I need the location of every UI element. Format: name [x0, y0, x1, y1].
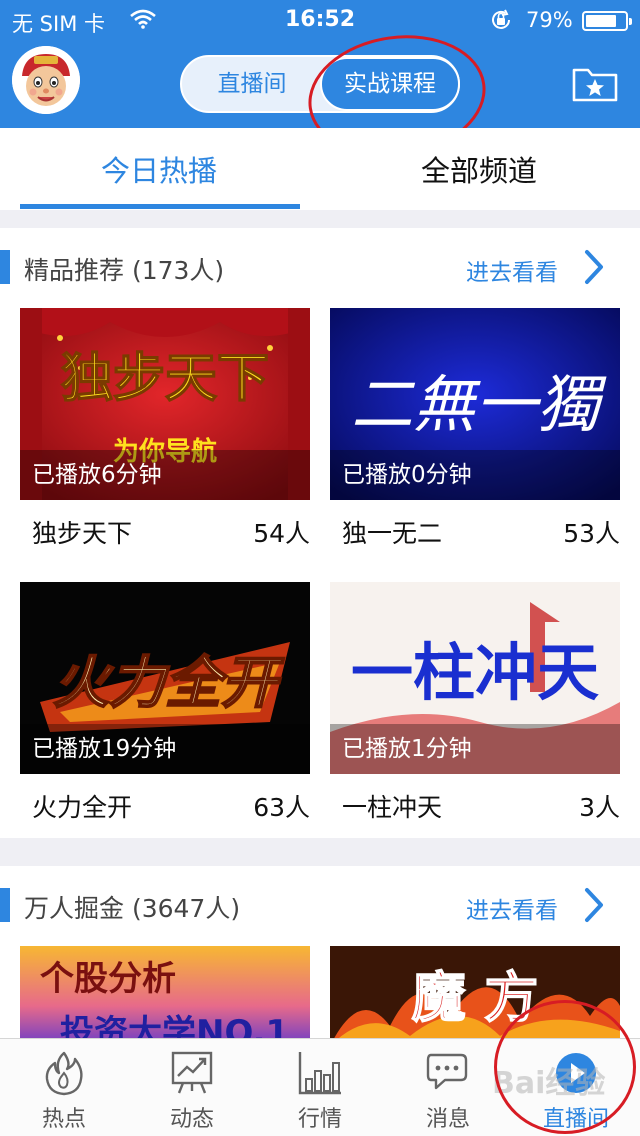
viewer-count: 54人 — [253, 519, 310, 548]
sub-tab-bar: 今日热播 全部频道 — [0, 128, 640, 210]
section-header: 万人掘金 (3647人) 进去看看 — [0, 884, 640, 928]
tab-label: 行情 — [297, 1107, 342, 1132]
channel-thumbnail: 一柱冲天 已播放1分钟 — [330, 582, 620, 774]
thumb-title: 独步天下 — [61, 348, 269, 409]
played-duration: 已播放0分钟 — [330, 450, 620, 500]
battery-level — [586, 15, 616, 27]
channel-thumbnail: 火力全开 已播放19分钟 — [20, 582, 310, 774]
section-accent-bar — [0, 250, 10, 284]
section-accent-bar — [0, 888, 10, 922]
avatar[interactable] — [12, 46, 80, 114]
section-title: 精品推荐 (173人) — [24, 256, 225, 285]
section-featured: 精品推荐 (173人) 进去看看 独步天下 为你导航 已播放6分钟 独步天下 5… — [0, 228, 640, 838]
tab-today-hot[interactable]: 今日热播 — [101, 148, 217, 190]
channel-card[interactable]: 个股分析 投资大学NO.1 — [20, 946, 310, 1046]
tab-dynamics[interactable]: 动态 — [128, 1039, 256, 1136]
section-header: 精品推荐 (173人) 进去看看 — [0, 246, 640, 290]
segment-live-room[interactable]: 直播间 — [182, 57, 322, 111]
played-duration: 已播放19分钟 — [20, 724, 310, 774]
status-bar: 无 SIM 卡 16:52 79% — [0, 0, 640, 40]
orientation-lock-icon — [492, 9, 510, 29]
flame-icon — [45, 1051, 83, 1096]
chevron-right-icon[interactable] — [582, 248, 606, 286]
channel-card[interactable]: 一柱冲天 已播放1分钟 一柱冲天 3人 — [330, 582, 620, 832]
chevron-right-icon[interactable] — [582, 886, 606, 924]
channel-card[interactable]: 火力全开 已播放19分钟 火力全开 63人 — [20, 582, 310, 832]
bar-chart-icon — [298, 1052, 341, 1095]
channel-thumbnail: 独步天下 为你导航 已播放6分钟 — [20, 308, 310, 500]
channel-name: 一柱冲天 — [342, 793, 443, 822]
channel-thumbnail: 二無一獨 已播放0分钟 — [330, 308, 620, 500]
thumb-title: 个股分析 — [40, 959, 176, 999]
cartoon-avatar-icon — [12, 46, 80, 114]
channel-name: 独步天下 — [32, 519, 133, 548]
active-tab-indicator — [20, 204, 300, 209]
folder-star-icon[interactable] — [572, 64, 618, 102]
tab-label: 消息 — [425, 1107, 470, 1132]
tab-all-channels[interactable]: 全部频道 — [421, 148, 537, 190]
app-root: { "status_bar": { "carrier": "无 SIM 卡", … — [0, 0, 640, 1136]
viewer-count: 3人 — [579, 793, 620, 822]
channel-name: 火力全开 — [32, 793, 133, 822]
viewer-count: 53人 — [563, 519, 620, 548]
see-more-link[interactable]: 进去看看 — [466, 253, 558, 287]
thumb-title: 二無一獨 — [351, 368, 607, 441]
tab-label: 热点 — [41, 1107, 86, 1132]
battery-percent: 79% — [526, 8, 573, 32]
played-duration: 已播放1分钟 — [330, 724, 620, 774]
tab-label: 动态 — [169, 1107, 214, 1132]
thumb-title: 一柱冲天 — [351, 636, 599, 709]
viewer-count: 63人 — [253, 793, 310, 822]
tab-hot[interactable]: 热点 — [0, 1039, 128, 1136]
channel-thumbnail: 个股分析 投资大学NO.1 — [20, 946, 310, 1046]
channel-name: 独一无二 — [342, 519, 443, 548]
channel-card[interactable]: 独步天下 为你导航 已播放6分钟 独步天下 54人 — [20, 308, 310, 558]
tab-market[interactable]: 行情 — [256, 1039, 384, 1136]
see-more-link[interactable]: 进去看看 — [466, 891, 558, 925]
thumb-title: 火力全开 — [53, 651, 285, 716]
played-duration: 已播放6分钟 — [20, 450, 310, 500]
channel-card[interactable]: 二無一獨 已播放0分钟 独一无二 53人 — [330, 308, 620, 558]
annotation-circle-live-tab — [494, 1000, 636, 1134]
trend-board-icon — [171, 1051, 213, 1094]
section-title: 万人掘金 (3647人) — [24, 894, 241, 923]
chat-bubble-icon — [426, 1053, 468, 1090]
battery-icon — [582, 11, 632, 31]
